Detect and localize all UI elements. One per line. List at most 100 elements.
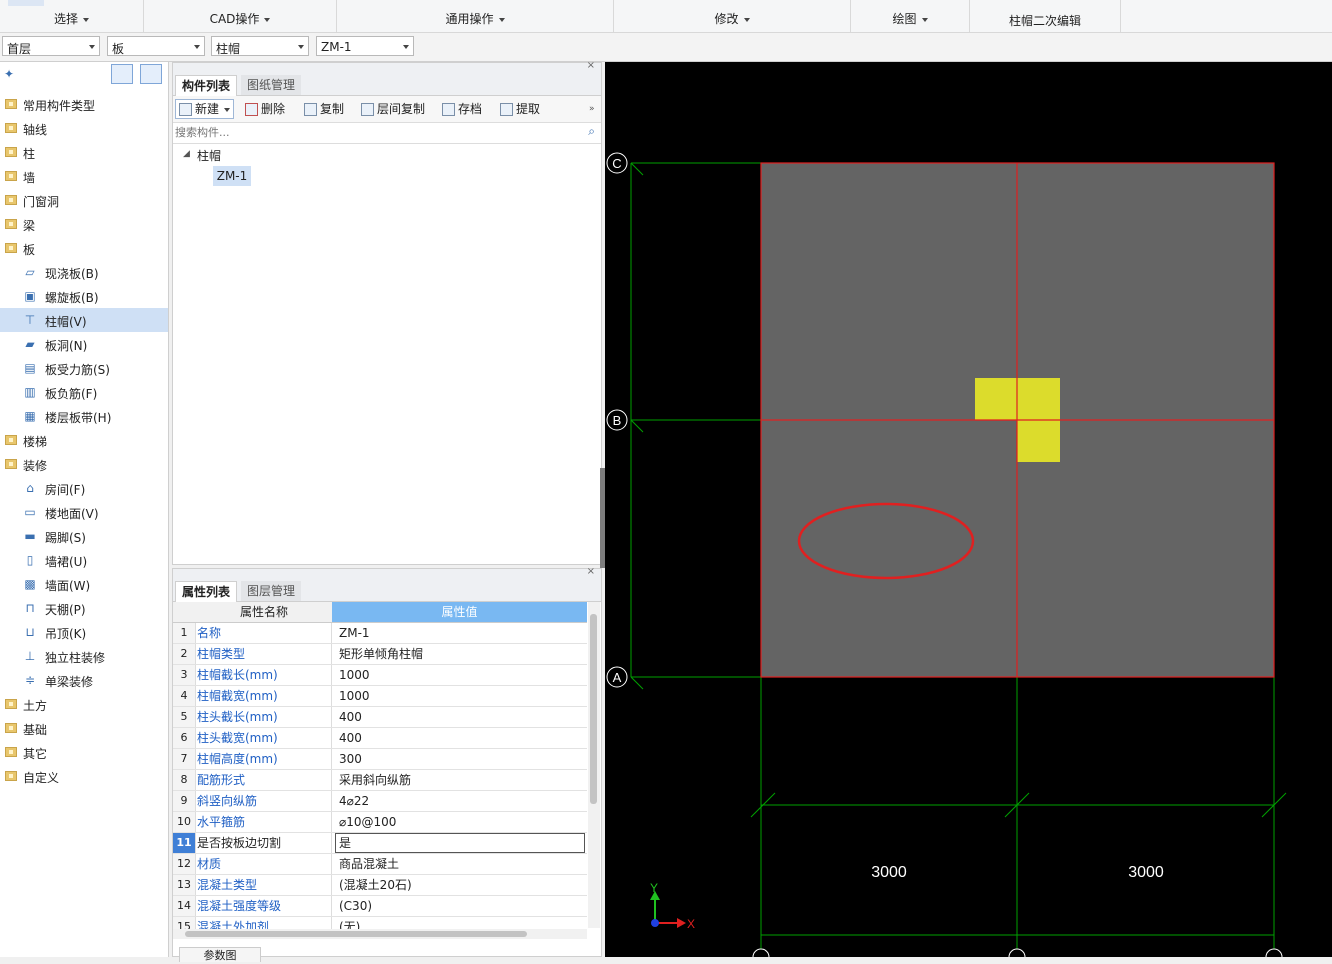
tree-item[interactable]: ⊔ 吊顶(K) (0, 620, 168, 644)
select-tool-icon[interactable] (8, 0, 44, 6)
property-row[interactable]: 2 柱帽类型 矩形单倾角柱帽 (173, 644, 587, 665)
axis-bubble-bottom[interactable] (1008, 948, 1026, 964)
ribbon-group-cad[interactable]: CAD操作 (144, 0, 337, 32)
overflow-icon[interactable]: » (589, 99, 595, 119)
tab-component-list[interactable]: 构件列表 (175, 75, 238, 96)
property-row[interactable]: 14 混凝土强度等级 (C30) (173, 896, 587, 917)
property-row[interactable]: 1 名称 ZM-1 (173, 623, 587, 644)
tree-item[interactable]: ▯ 墙裙(U) (0, 548, 168, 572)
tree-folder[interactable]: 楼梯 (0, 428, 168, 452)
collapse-triangle-icon[interactable]: ◢ (183, 149, 190, 159)
category-select[interactable]: 板 (107, 36, 205, 56)
ribbon-group-draw[interactable]: 绘图 (851, 0, 970, 32)
tree-folder[interactable]: 板 (0, 236, 168, 260)
axis-bubble-bottom[interactable] (1265, 948, 1283, 964)
search-icon[interactable]: ⌕ (588, 124, 595, 139)
tree-item[interactable]: ▦ 楼层板带(H) (0, 404, 168, 428)
new-button[interactable]: 新建 (175, 99, 235, 119)
sparkle-icon[interactable]: ✦ (4, 67, 14, 81)
property-value[interactable]: 采用斜向纵筋 (335, 770, 587, 790)
tree-item[interactable]: ⊤ 柱帽(V) (0, 308, 168, 332)
list-view-icon[interactable] (111, 64, 133, 84)
ribbon-group-general[interactable]: 通用操作 (337, 0, 614, 32)
property-row[interactable]: 15 混凝土外加剂 (无) (173, 917, 587, 929)
extract-button[interactable]: 提取 (500, 99, 540, 119)
property-value[interactable]: 1000 (335, 665, 587, 685)
property-value[interactable]: (无) (335, 917, 587, 929)
close-icon[interactable]: × (587, 566, 595, 577)
property-value[interactable]: 300 (335, 749, 587, 769)
property-row[interactable]: 8 配筋形式 采用斜向纵筋 (173, 770, 587, 791)
floor-select[interactable]: 首层 (2, 36, 100, 56)
tree-item[interactable]: ▤ 板受力筋(S) (0, 356, 168, 380)
ribbon-group-cap-edit[interactable]: 柱帽二次编辑 (970, 0, 1121, 32)
drawing-svg[interactable]: C B A 3000 3000 Y X (605, 62, 1332, 964)
property-row[interactable]: 12 材质 商品混凝土 (173, 854, 587, 875)
ribbon-group-select[interactable]: 选择 (0, 0, 144, 32)
tree-item[interactable]: ▩ 墙面(W) (0, 572, 168, 596)
tab-parameter-figure[interactable]: 参数图 (179, 947, 261, 962)
property-row[interactable]: 4 柱帽截宽(mm) 1000 (173, 686, 587, 707)
delete-button[interactable]: 删除 (245, 99, 285, 119)
property-value[interactable]: 4⌀22 (335, 791, 587, 811)
component-select[interactable]: ZM-1 (316, 36, 414, 56)
vertical-scrollbar[interactable] (588, 602, 600, 928)
tree-folder[interactable]: 柱 (0, 140, 168, 164)
tree-folder[interactable]: 土方 (0, 692, 168, 716)
drawing-canvas[interactable]: C B A 3000 3000 Y X (605, 62, 1332, 964)
tree-folder[interactable]: 基础 (0, 716, 168, 740)
type-select[interactable]: 柱帽 (211, 36, 309, 56)
tree-folder[interactable]: 门窗洞 (0, 188, 168, 212)
archive-button[interactable]: 存档 (442, 99, 482, 119)
detail-view-icon[interactable] (140, 64, 162, 84)
property-value[interactable]: 矩形单倾角柱帽 (335, 644, 587, 664)
property-value[interactable]: 400 (335, 707, 587, 727)
property-value[interactable]: 400 (335, 728, 587, 748)
property-row[interactable]: 9 斜竖向纵筋 4⌀22 (173, 791, 587, 812)
ribbon-group-modify[interactable]: 修改 (614, 0, 851, 32)
tree-item[interactable]: ▥ 板负筋(F) (0, 380, 168, 404)
tab-drawing-management[interactable]: 图纸管理 (241, 75, 302, 95)
tree-folder[interactable]: 梁 (0, 212, 168, 236)
property-row[interactable]: 3 柱帽截长(mm) 1000 (173, 665, 587, 686)
tree-folder[interactable]: 轴线 (0, 116, 168, 140)
property-value[interactable]: 商品混凝土 (335, 854, 587, 874)
tree-item[interactable]: ⊥ 独立柱装修 (0, 644, 168, 668)
tree-folder[interactable]: 装修 (0, 452, 168, 476)
property-value[interactable]: (混凝土20石) (335, 875, 587, 895)
tree-item[interactable]: ▭ 楼地面(V) (0, 500, 168, 524)
tree-folder[interactable]: 墙 (0, 164, 168, 188)
tree-group-label[interactable]: 柱帽 (197, 147, 221, 164)
tree-item[interactable]: ▣ 螺旋板(B) (0, 284, 168, 308)
copy-button[interactable]: 复制 (304, 99, 344, 119)
property-row[interactable]: 13 混凝土类型 (混凝土20石) (173, 875, 587, 896)
property-value[interactable]: 1000 (335, 686, 587, 706)
property-value[interactable]: ZM-1 (335, 623, 587, 643)
tree-item[interactable]: ≑ 单梁装修 (0, 668, 168, 692)
tree-folder[interactable]: 其它 (0, 740, 168, 764)
property-row[interactable]: 6 柱头截宽(mm) 400 (173, 728, 587, 749)
search-input[interactable] (175, 124, 575, 141)
property-row[interactable]: 10 水平箍筋 ⌀10@100 (173, 812, 587, 833)
tab-layer-management[interactable]: 图层管理 (241, 581, 302, 601)
close-icon[interactable]: × (587, 60, 595, 71)
tree-item[interactable]: ▰ 板洞(N) (0, 332, 168, 356)
tree-item[interactable]: ▱ 现浇板(B) (0, 260, 168, 284)
tree-item[interactable]: ⊓ 天棚(P) (0, 596, 168, 620)
tree-item[interactable]: ⌂ 房间(F) (0, 476, 168, 500)
tree-folder[interactable]: 常用构件类型 (0, 92, 168, 116)
axis-bubble-bottom[interactable] (752, 948, 770, 964)
property-row[interactable]: 7 柱帽高度(mm) 300 (173, 749, 587, 770)
property-row[interactable]: 11 是否按板边切割是 (173, 833, 587, 854)
horizontal-scrollbar[interactable] (173, 929, 587, 939)
property-row[interactable]: 5 柱头截长(mm) 400 (173, 707, 587, 728)
property-value[interactable]: 是 (335, 833, 585, 853)
tree-item[interactable]: ▬ 踢脚(S) (0, 524, 168, 548)
floor-copy-button[interactable]: 层间复制 (361, 99, 425, 119)
component-item-zm1[interactable]: ZM-1 (213, 166, 251, 186)
property-value[interactable]: ⌀10@100 (335, 812, 587, 832)
scrollbar-thumb[interactable] (590, 614, 597, 804)
scrollbar-thumb[interactable] (185, 931, 527, 937)
property-value[interactable]: (C30) (335, 896, 587, 916)
tree-folder[interactable]: 自定义 (0, 764, 168, 788)
